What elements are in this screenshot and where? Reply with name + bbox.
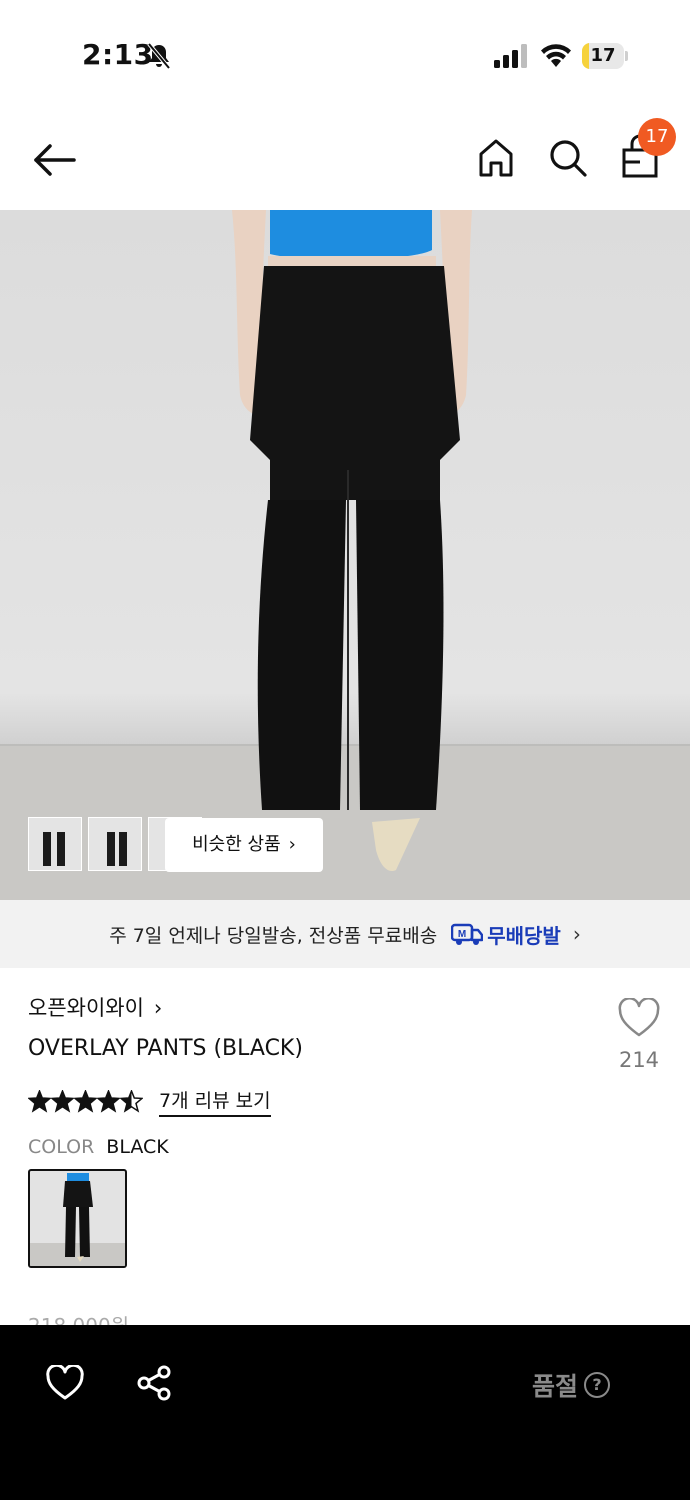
chevron-right-icon: › — [288, 834, 296, 855]
sold-out-status: 품절 ? — [532, 1367, 611, 1403]
svg-text:M: M — [458, 929, 466, 940]
thumbnail-1[interactable] — [28, 817, 82, 871]
bottom-action-bar: 품절 ? — [0, 1325, 690, 1500]
star-rating — [28, 1090, 143, 1113]
product-photo — [0, 210, 690, 900]
brand-name: 오픈와이와이 — [28, 996, 144, 1020]
star-filled-icon — [51, 1090, 74, 1113]
brand-link[interactable]: 오픈와이와이 › — [28, 992, 162, 1022]
battery-icon: 17 — [582, 43, 628, 69]
color-value: BLACK — [106, 1136, 169, 1158]
swatch-thumbnail — [30, 1173, 125, 1266]
status-bar: 2:13 17 — [0, 0, 690, 110]
share-icon[interactable] — [136, 1365, 172, 1401]
color-row: COLOR BLACK — [28, 1136, 169, 1158]
cart-count-badge: 17 — [638, 118, 676, 156]
color-label: COLOR — [28, 1136, 95, 1158]
product-image[interactable]: 비슷한 상품 › — [0, 210, 690, 900]
color-swatch-black[interactable] — [28, 1169, 127, 1268]
shipping-banner-text: 주 7일 언제나 당일발송, 전상품 무료배송 — [109, 924, 438, 947]
bell-slash-icon — [147, 42, 171, 70]
shipping-brand: 무배당발 — [487, 923, 561, 948]
cellular-signal-icon — [494, 44, 527, 68]
heart-icon[interactable] — [46, 1365, 84, 1401]
like-button[interactable]: 214 — [612, 997, 666, 1072]
thumbnail-2[interactable] — [88, 817, 142, 871]
reviews-link[interactable]: 7개 리뷰 보기 — [159, 1086, 271, 1117]
shipping-banner[interactable]: 주 7일 언제나 당일발송, 전상품 무료배송 M 무배당발 › — [0, 900, 690, 968]
back-arrow-icon[interactable] — [32, 140, 76, 180]
star-filled-icon — [97, 1090, 120, 1113]
delivery-truck-icon: M — [451, 923, 484, 945]
free-shipping-logo: M 무배당발 — [451, 920, 561, 949]
sold-out-label: 품절 — [532, 1372, 579, 1401]
help-circle-icon[interactable]: ? — [584, 1372, 611, 1398]
heart-outline-icon — [618, 997, 660, 1037]
similar-products-button[interactable]: 비슷한 상품 › — [165, 818, 323, 872]
rating-row: 7개 리뷰 보기 — [28, 1086, 271, 1117]
wifi-icon — [541, 44, 571, 67]
search-icon[interactable] — [548, 138, 588, 178]
similar-products-label: 비슷한 상품 — [192, 834, 281, 855]
status-time: 2:13 — [82, 38, 154, 71]
top-navigation — [0, 110, 690, 210]
like-count: 214 — [618, 1048, 660, 1072]
star-filled-icon — [28, 1090, 51, 1113]
battery-level: 17 — [590, 45, 616, 66]
chevron-right-icon: › — [153, 996, 163, 1020]
star-filled-icon — [74, 1090, 97, 1113]
product-title: OVERLAY PANTS (BLACK) — [28, 1036, 303, 1061]
chevron-right-icon: › — [572, 922, 581, 946]
home-icon[interactable] — [476, 136, 516, 180]
star-half-icon — [120, 1090, 143, 1113]
